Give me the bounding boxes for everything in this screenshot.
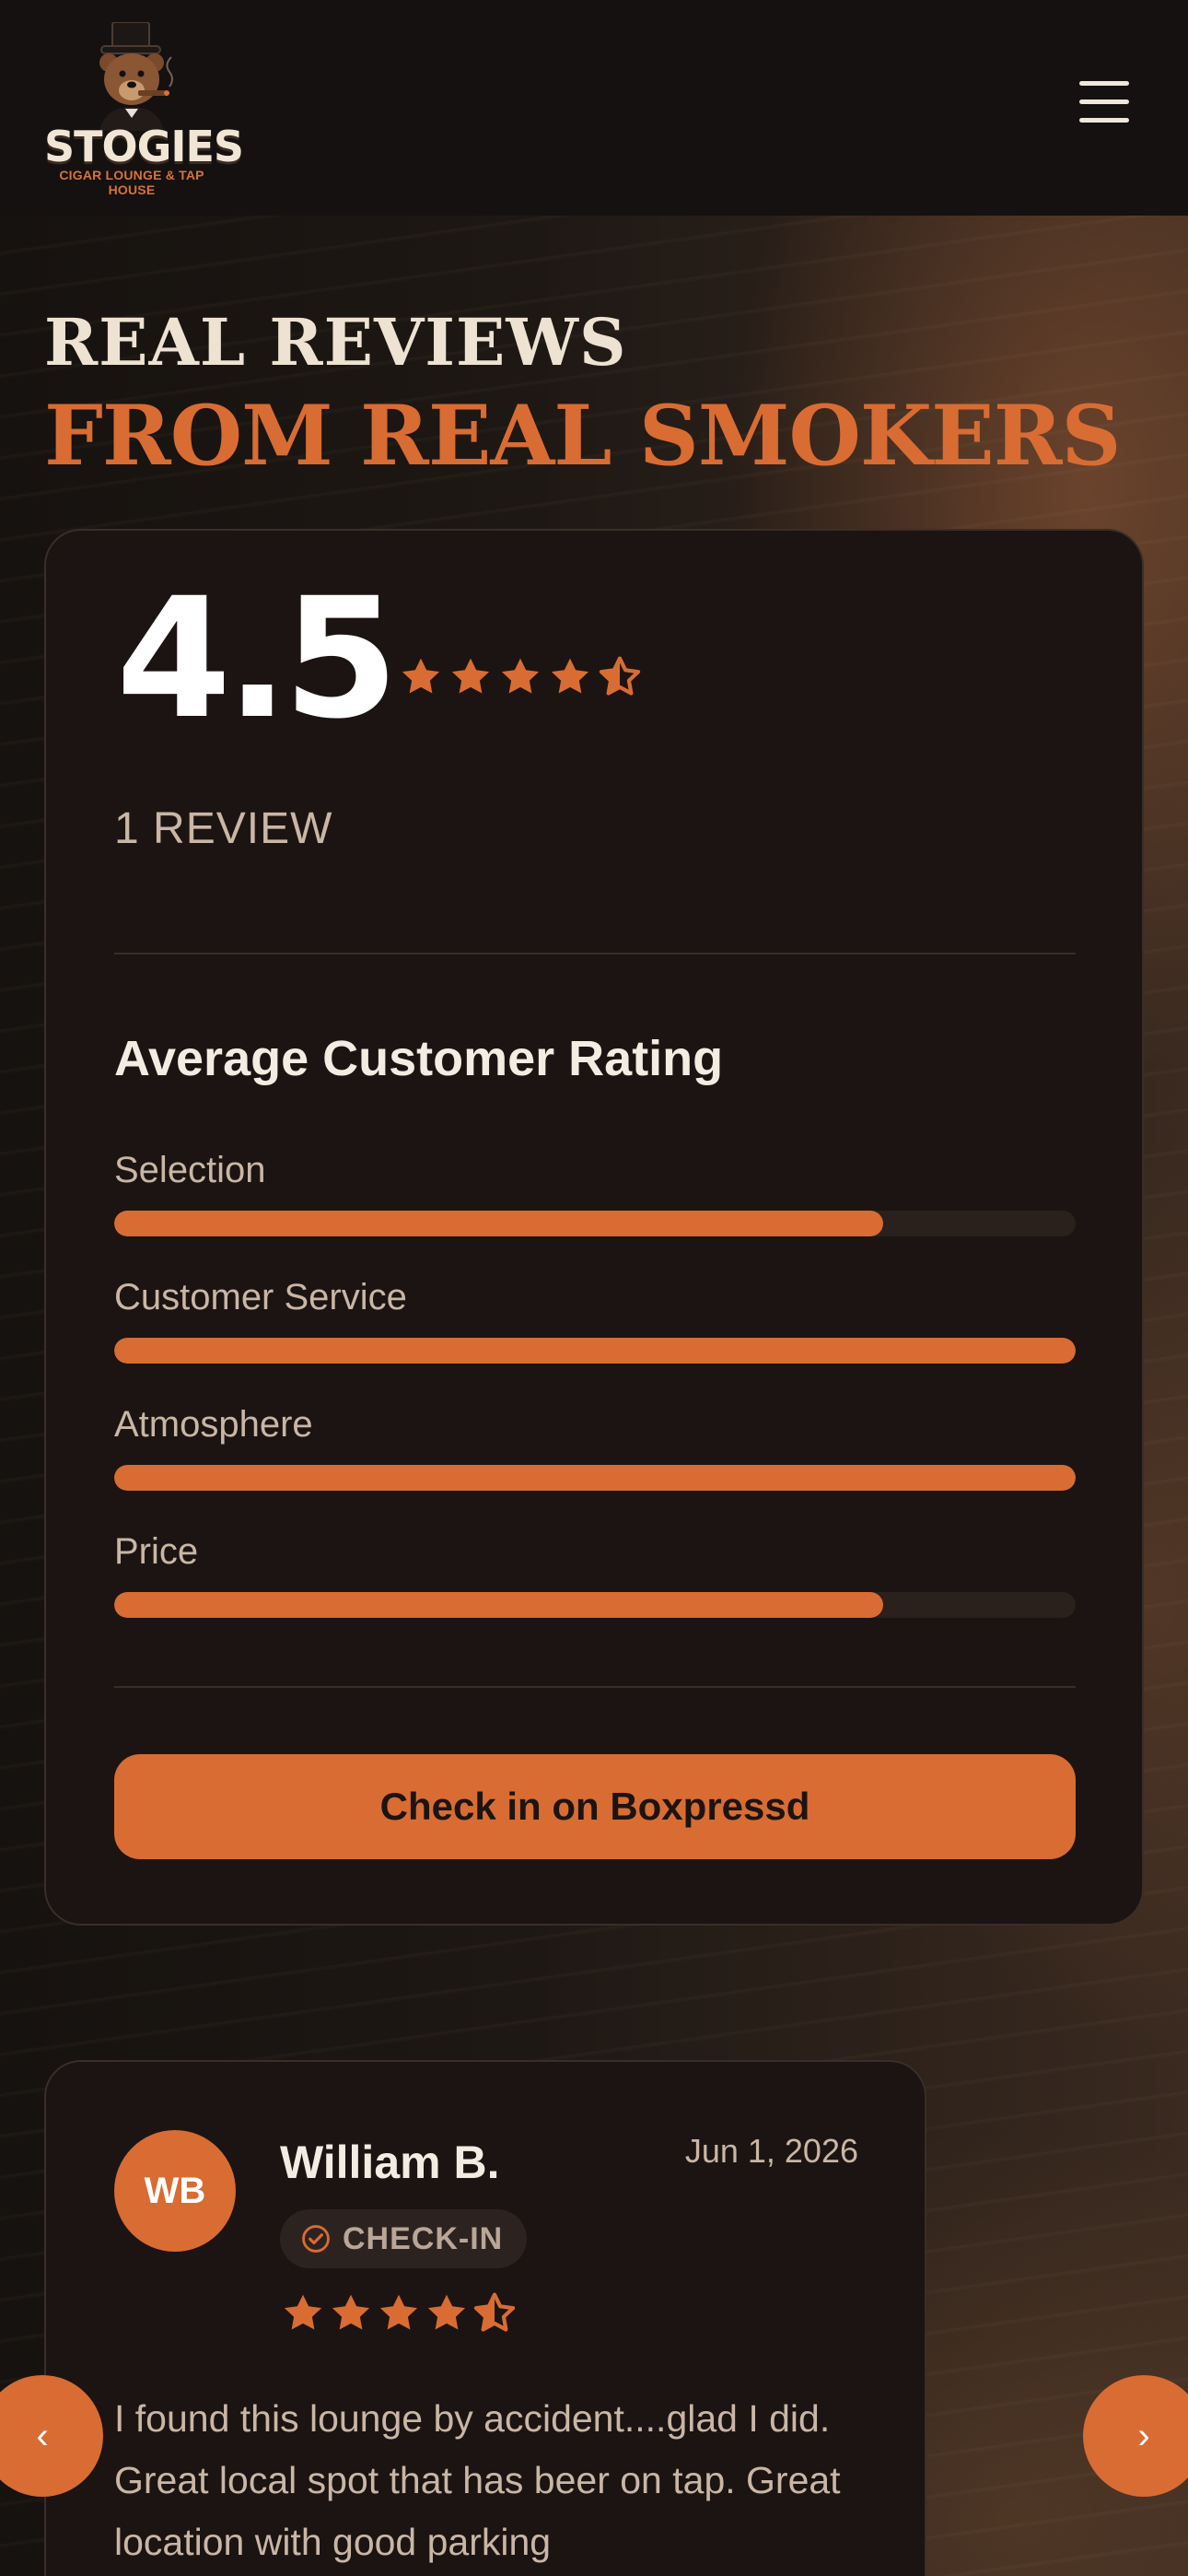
brand-tagline: CIGAR LOUNGE & TAP HOUSE <box>59 168 204 197</box>
overall-score: 4.5 <box>116 563 399 755</box>
rating-row-atmosphere: Atmosphere <box>114 1404 1076 1491</box>
brand-name: STOGIES <box>44 122 244 171</box>
rating-bar-fill <box>114 1592 884 1618</box>
rating-bar-fill <box>114 1338 1076 1364</box>
bear-mascot-icon <box>99 22 173 131</box>
avatar: WB <box>114 2130 236 2252</box>
average-rating-title: Average Customer Rating <box>114 1031 724 1086</box>
rating-bar-track <box>114 1465 1076 1491</box>
overall-star-rating <box>398 654 643 700</box>
rating-bar-track <box>114 1592 1076 1618</box>
review-text: I found this lounge by accident....glad … <box>114 2397 841 2563</box>
review-card: WB William B. Jun 1, 2026 CHECK-IN I fou… <box>44 2060 926 2576</box>
rating-label: Atmosphere <box>114 1404 313 1445</box>
badge-label: CHECK-IN <box>343 2220 504 2256</box>
logo[interactable]: STOGIES CIGAR LOUNGE & TAP HOUSE <box>44 22 244 197</box>
check-in-button[interactable]: Check in on Boxpressd <box>114 1754 1076 1859</box>
hamburger-menu-icon[interactable] <box>1070 76 1131 129</box>
rating-bar-fill <box>114 1211 884 1236</box>
star-full-icon <box>402 658 440 694</box>
section-heading-line1: REAL REVIEWS <box>44 304 627 381</box>
review-date: Jun 1, 2026 <box>684 2132 858 2170</box>
rating-bar-track <box>114 1338 1076 1364</box>
star-half-icon <box>599 656 641 696</box>
rating-row-selection: Selection <box>114 1150 1076 1236</box>
star-full-icon <box>379 2294 418 2330</box>
check-circle-icon <box>302 2225 330 2253</box>
star-full-icon <box>451 658 490 694</box>
star-half-icon <box>473 2292 516 2332</box>
site-header: STOGIES CIGAR LOUNGE & TAP HOUSE <box>0 0 1188 216</box>
rating-row-price: Price <box>114 1531 1076 1618</box>
star-full-icon <box>332 2294 370 2330</box>
star-full-icon <box>501 658 540 694</box>
star-full-icon <box>284 2294 322 2330</box>
divider <box>114 1686 1076 1688</box>
rating-bar-fill <box>114 1465 1076 1491</box>
rating-summary-card: 4.5 1 REVIEW Average Customer Rating Sel… <box>44 529 1144 1926</box>
rating-row-customer-service: Customer Service <box>114 1277 1076 1364</box>
check-in-badge: CHECK-IN <box>280 2209 528 2268</box>
star-full-icon <box>427 2294 466 2330</box>
rating-label: Price <box>114 1531 199 1572</box>
rating-bar-track <box>114 1211 1076 1236</box>
next-arrow-glyph: › <box>1137 2415 1150 2456</box>
review-count: 1 REVIEW <box>114 804 333 853</box>
rating-label: Customer Service <box>114 1277 407 1317</box>
reviewer-name: William B. <box>280 2137 500 2188</box>
star-full-icon <box>551 658 589 694</box>
prev-arrow-glyph: ‹ <box>36 2415 49 2456</box>
rating-label: Selection <box>114 1150 266 1190</box>
review-star-rating <box>280 2290 518 2336</box>
section-heading-line2: FROM REAL SMOKERS <box>44 387 1122 485</box>
divider <box>114 953 1076 954</box>
